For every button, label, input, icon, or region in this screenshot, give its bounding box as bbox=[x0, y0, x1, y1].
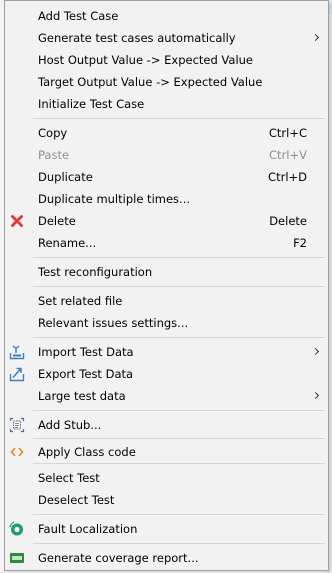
menu-item-label: Delete bbox=[38, 214, 76, 228]
menu-separator bbox=[33, 410, 325, 411]
menu-item-label: Apply Class code bbox=[38, 445, 136, 459]
menu-item-label: Target Output Value -> Expected Value bbox=[38, 75, 263, 89]
submenu-arrow-icon bbox=[311, 347, 320, 356]
menu-item-shortcut: Delete bbox=[269, 214, 307, 228]
menu-item-label: Fault Localization bbox=[38, 522, 138, 536]
menu-item-generate-coverage[interactable]: Generate coverage report... bbox=[6, 547, 327, 569]
menu-item-label: Duplicate bbox=[38, 170, 93, 184]
menu-item-label: Test reconfiguration bbox=[38, 265, 153, 279]
context-menu: Add Test Case Generate test cases automa… bbox=[4, 0, 329, 571]
fault-localization-icon bbox=[9, 521, 25, 537]
menu-item-add-stub[interactable]: Add Stub... bbox=[6, 414, 327, 436]
menu-item-rename[interactable]: Rename... F2 bbox=[6, 232, 327, 254]
menu-item-label: Initialize Test Case bbox=[38, 97, 145, 111]
menu-separator bbox=[33, 118, 325, 119]
menu-separator bbox=[33, 438, 325, 439]
menu-item-label: Select Test bbox=[38, 471, 100, 485]
menu-item-shortcut: Ctrl+D bbox=[268, 170, 307, 184]
menu-item-copy[interactable]: Copy Ctrl+C bbox=[6, 122, 327, 144]
menu-item-label: Generate test cases automatically bbox=[38, 31, 236, 45]
menu-item-paste[interactable]: Paste Ctrl+V bbox=[6, 144, 327, 166]
add-stub-icon bbox=[9, 417, 25, 433]
menu-item-generate-auto[interactable]: Generate test cases automatically bbox=[6, 27, 327, 49]
menu-item-label: Generate coverage report... bbox=[38, 551, 199, 565]
menu-item-label: Paste bbox=[38, 148, 70, 162]
menu-item-duplicate-multiple[interactable]: Duplicate multiple times... bbox=[6, 188, 327, 210]
menu-item-test-reconfiguration[interactable]: Test reconfiguration bbox=[6, 261, 327, 283]
menu-item-set-related-file[interactable]: Set related file bbox=[6, 290, 327, 312]
menu-separator bbox=[33, 337, 325, 338]
menu-item-shortcut: Ctrl+C bbox=[268, 126, 307, 140]
export-data-icon bbox=[9, 366, 25, 382]
menu-item-label: Deselect Test bbox=[38, 493, 115, 507]
menu-item-large-test-data[interactable]: Large test data bbox=[6, 385, 327, 407]
menu-item-label: Relevant issues settings... bbox=[38, 316, 189, 330]
menu-item-delete[interactable]: Delete Delete bbox=[6, 210, 327, 232]
menu-item-add-test-case[interactable]: Add Test Case bbox=[6, 5, 327, 27]
menu-separator bbox=[33, 514, 325, 515]
menu-item-label: Export Test Data bbox=[38, 367, 134, 381]
menu-item-label: Host Output Value -> Expected Value bbox=[38, 53, 254, 67]
menu-item-label: Add Test Case bbox=[38, 9, 119, 23]
menu-separator bbox=[33, 257, 325, 258]
menu-item-label: Add Stub... bbox=[38, 418, 102, 432]
menu-item-duplicate[interactable]: Duplicate Ctrl+D bbox=[6, 166, 327, 188]
menu-item-import-test-data[interactable]: Import Test Data bbox=[6, 341, 327, 363]
menu-separator bbox=[33, 286, 325, 287]
menu-item-label: Rename... bbox=[38, 236, 97, 250]
submenu-arrow-icon bbox=[311, 391, 320, 400]
menu-item-label: Large test data bbox=[38, 389, 126, 403]
menu-item-fault-localization[interactable]: Fault Localization bbox=[6, 518, 327, 540]
menu-item-relevant-issues[interactable]: Relevant issues settings... bbox=[6, 312, 327, 334]
menu-item-label: Duplicate multiple times... bbox=[38, 192, 190, 206]
menu-item-host-output[interactable]: Host Output Value -> Expected Value bbox=[6, 49, 327, 71]
red-x-icon bbox=[9, 213, 25, 229]
import-data-icon bbox=[9, 344, 25, 360]
code-brackets-icon bbox=[9, 444, 25, 460]
menu-item-apply-class-code[interactable]: Apply Class code bbox=[6, 441, 327, 463]
menu-item-shortcut: Ctrl+V bbox=[269, 148, 307, 162]
menu-item-select-test[interactable]: Select Test bbox=[6, 467, 327, 489]
menu-item-label: Copy bbox=[38, 126, 68, 140]
menu-item-initialize[interactable]: Initialize Test Case bbox=[6, 93, 327, 115]
menu-item-label: Set related file bbox=[38, 294, 123, 308]
menu-separator bbox=[33, 463, 325, 464]
menu-separator bbox=[33, 543, 325, 544]
menu-item-target-output[interactable]: Target Output Value -> Expected Value bbox=[6, 71, 327, 93]
menu-item-export-test-data[interactable]: Export Test Data bbox=[6, 363, 327, 385]
menu-item-deselect-test[interactable]: Deselect Test bbox=[6, 489, 327, 511]
menu-item-label: Import Test Data bbox=[38, 345, 134, 359]
submenu-arrow-icon bbox=[311, 33, 320, 42]
csv-report-icon bbox=[9, 550, 25, 566]
menu-item-shortcut: F2 bbox=[293, 236, 307, 250]
